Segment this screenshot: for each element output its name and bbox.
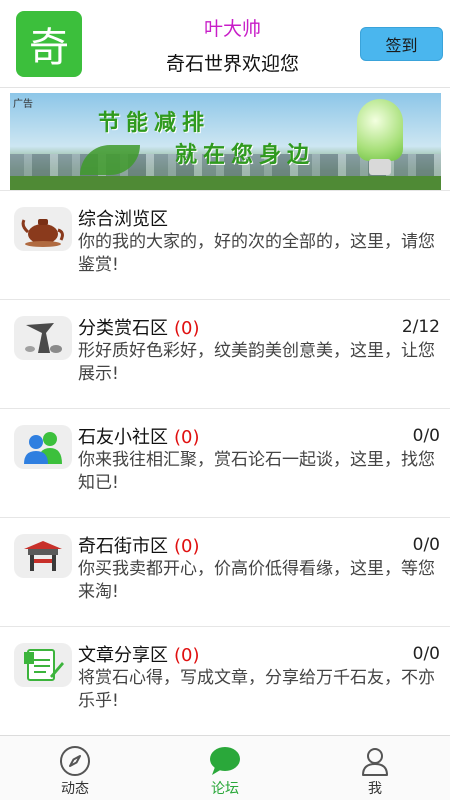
forum-desc: 将赏石心得，写成文章，分享给万千石友，不亦乐乎! [78,668,435,711]
checkin-button[interactable]: 签到 [360,27,443,61]
forum-stat: 0/0 [412,644,440,664]
forum-item-articles[interactable]: 文章分享区 (0) 0/0 将赏石心得，写成文章，分享给万千石友，不亦乐乎! [0,626,450,735]
banner-slogan-line2: 就在您身边 [175,143,316,168]
tab-label: 我 [368,781,382,797]
bottom-tabbar: 动态 论坛 我 [0,735,450,800]
compass-icon [59,745,91,777]
user-icon [359,745,391,777]
forum-desc: 你的我的大家的，好的次的全部的，这里，请您鉴赏! [78,232,435,275]
tab-me[interactable]: 我 [300,736,450,800]
tab-label: 论坛 [211,781,239,797]
forum-title-text: 奇石街市区 [78,536,168,557]
stone-icon [14,316,72,360]
forum-item-market[interactable]: 奇石街市区 (0) 0/0 你买我卖都开心，价高价低得看缘，这里，等您来淘! [0,517,450,626]
forum-stat: 0/0 [412,426,440,446]
forum-title: 石友小社区 (0) [78,423,200,449]
forum-title-text: 文章分享区 [78,645,168,666]
banner-slogan-line1: 节能减排 [98,111,211,136]
lightbulb-icon [357,99,403,161]
forum-item-category[interactable]: 分类赏石区 (0) 2/12 形好质好色彩好，纹美韵美创意美，这里，让您展示! [0,299,450,408]
app-logo: 奇 [16,11,82,77]
header: 奇 叶大帅 奇石世界欢迎您 签到 [0,0,450,88]
forum-desc: 形好质好色彩好，纹美韵美创意美，这里，让您展示! [78,341,435,384]
tab-forum[interactable]: 论坛 [150,736,300,800]
forum-item-general[interactable]: 综合浏览区 你的我的大家的，好的次的全部的，这里，请您鉴赏! [0,190,450,299]
ad-tag: 广告 [13,99,33,110]
forum-title: 分类赏石区 (0) [78,314,200,340]
forum-stat: 2/12 [401,317,440,337]
forum-title-text: 石友小社区 [78,427,168,448]
forum-list: 综合浏览区 你的我的大家的，好的次的全部的，这里，请您鉴赏! 分类赏石区 (0) … [0,190,450,735]
forum-title: 综合浏览区 [78,205,174,231]
tab-label: 动态 [61,781,89,797]
forum-title-text: 综合浏览区 [78,209,168,230]
forum-title: 文章分享区 (0) [78,641,200,667]
forum-post-count: (0) [174,645,200,666]
welcome-text: 奇石世界欢迎您 [165,53,299,75]
teapot-icon [14,207,72,251]
forum-title-text: 分类赏石区 [78,318,168,339]
chat-bubble-icon [209,745,241,777]
people-icon [14,425,72,469]
article-icon [14,643,72,687]
logo-char: 奇 [29,25,69,71]
tab-dynamics[interactable]: 动态 [0,736,150,800]
forum-item-community[interactable]: 石友小社区 (0) 0/0 你来我往相汇聚，赏石论石一起谈，这里，找您知已! [0,408,450,517]
market-icon [14,534,72,578]
lightbulb-base [369,159,391,175]
forum-desc: 你买我卖都开心，价高价低得看缘，这里，等您来淘! [78,559,435,602]
forum-post-count: (0) [174,427,200,448]
forum-stat: 0/0 [412,535,440,555]
forum-post-count: (0) [174,536,200,557]
banner-grass [10,176,441,190]
forum-desc: 你来我往相汇聚，赏石论石一起谈，这里，找您知已! [78,450,435,493]
forum-post-count: (0) [174,318,200,339]
ad-banner[interactable]: 广告 节能减排 就在您身边 [10,93,441,190]
username[interactable]: 叶大帅 [150,14,315,41]
forum-title: 奇石街市区 (0) [78,532,200,558]
